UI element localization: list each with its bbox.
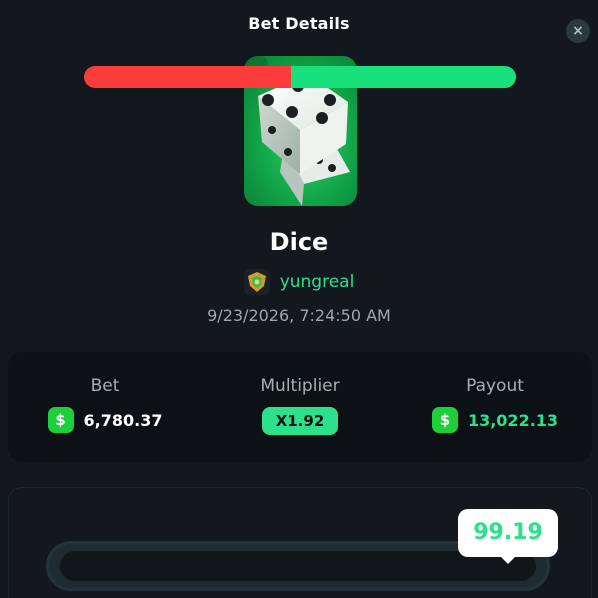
payout-stat: Payout $ 13,022.13 xyxy=(398,352,592,462)
bet-timestamp: 9/23/2026, 7:24:50 AM xyxy=(207,306,391,325)
game-name: Dice xyxy=(269,228,329,256)
result-pointer xyxy=(500,556,516,564)
bet-stat: Bet $ 6,780.37 xyxy=(8,352,202,462)
close-icon: × xyxy=(572,23,584,39)
bet-details-modal: Bet Details × Dice yungreal 9/23/2026, 7… xyxy=(0,0,598,598)
player-info: yungreal xyxy=(0,269,598,295)
lose-range xyxy=(84,66,292,88)
username-link[interactable]: yungreal xyxy=(280,272,355,292)
multiplier-badge: X1.92 xyxy=(261,407,339,435)
bet-amount: 6,780.37 xyxy=(83,410,163,430)
dollar-coin-icon: $ xyxy=(431,407,458,433)
rank-shield-icon xyxy=(243,269,270,295)
dice-result-value: 99.19 xyxy=(458,509,558,557)
dice-range-bar xyxy=(84,66,516,88)
bet-stats-panel: Bet $ 6,780.37 Multiplier X1.92 Payout $… xyxy=(8,352,592,462)
payout-amount: 13,022.13 xyxy=(467,410,559,430)
win-range xyxy=(291,66,516,88)
bet-label: Bet xyxy=(90,376,120,396)
modal-title: Bet Details xyxy=(248,14,350,33)
close-button[interactable]: × xyxy=(566,19,590,43)
payout-label: Payout xyxy=(466,376,524,396)
multiplier-stat: Multiplier X1.92 xyxy=(203,352,397,462)
dollar-coin-icon: $ xyxy=(47,407,74,433)
multiplier-label: Multiplier xyxy=(260,376,340,396)
